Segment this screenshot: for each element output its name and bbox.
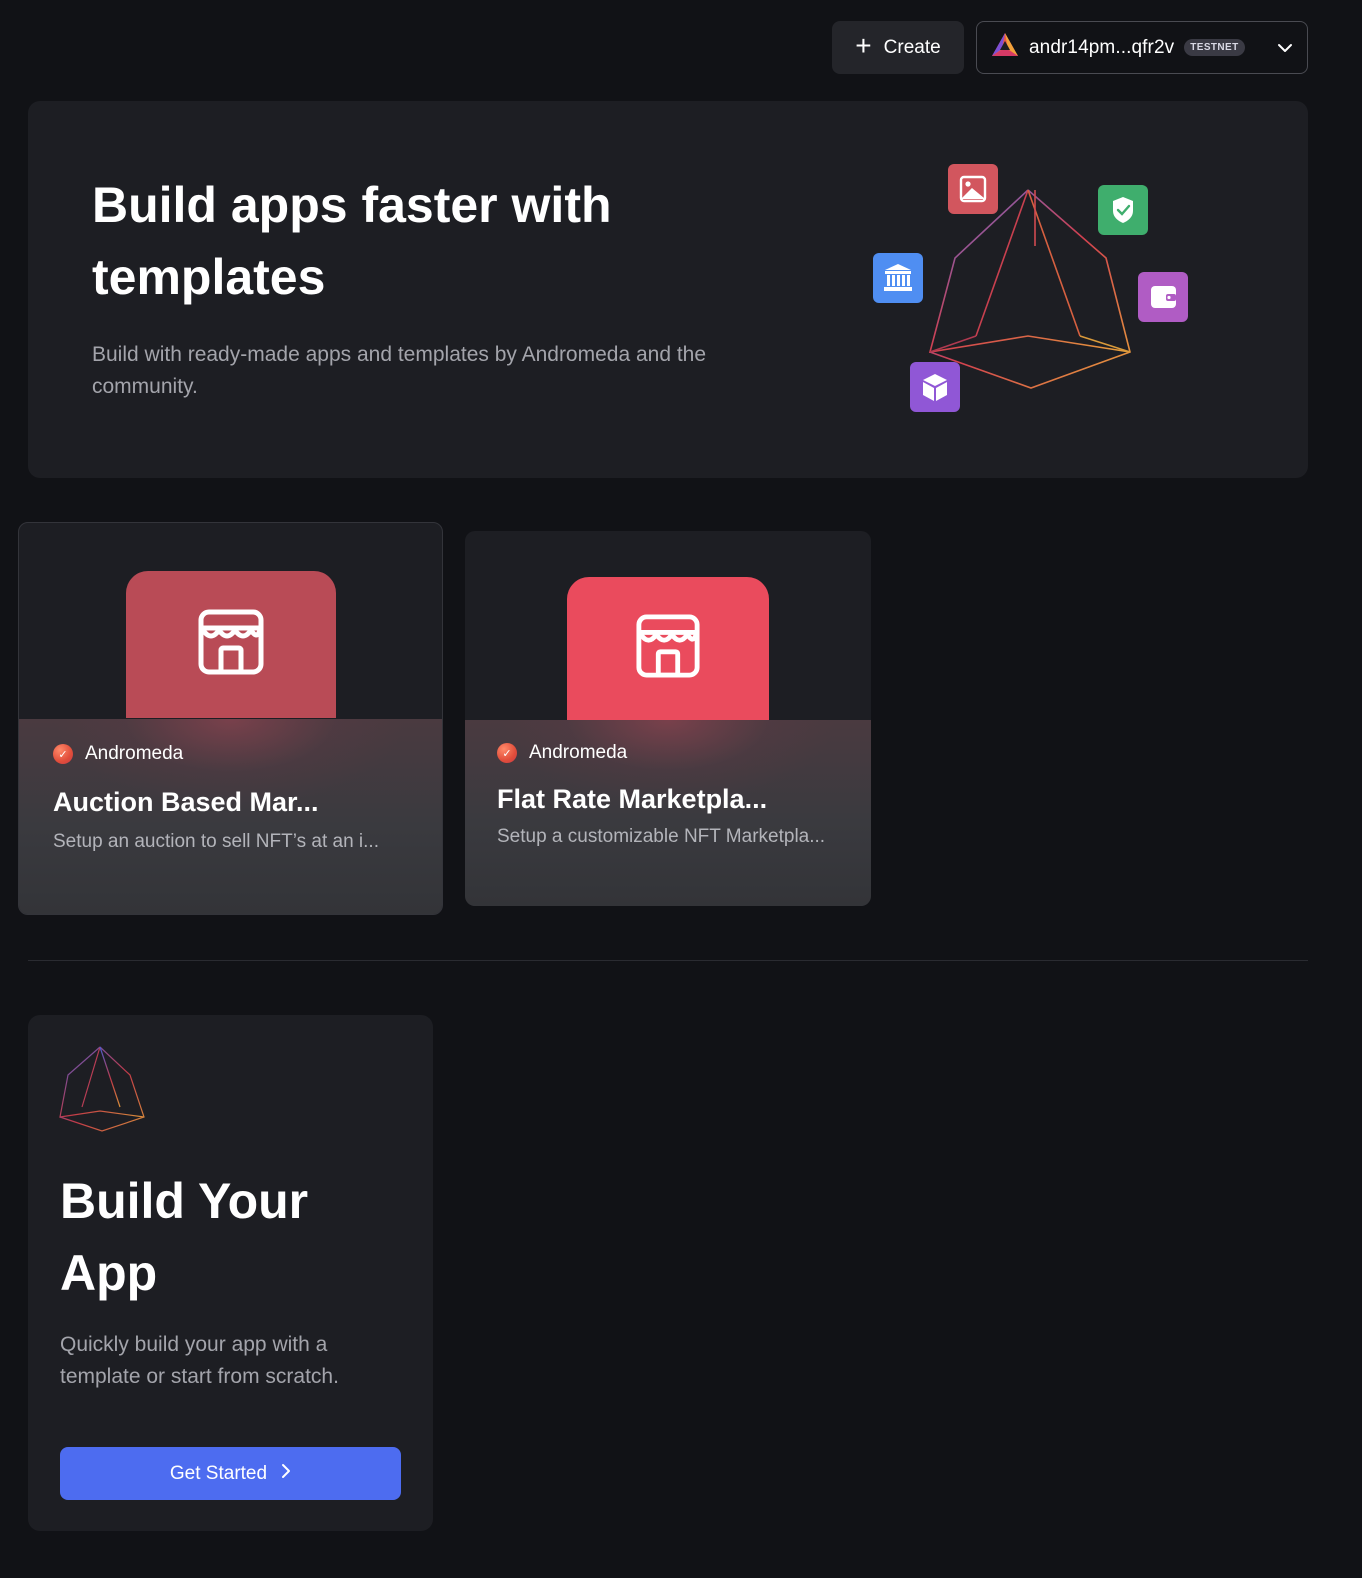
chevron-right-icon bbox=[281, 1463, 291, 1485]
template-description: Setup an auction to sell NFT’s at an i..… bbox=[53, 831, 379, 852]
network-badge: TESTNET bbox=[1184, 39, 1245, 56]
template-card-body: ✓ Andromeda Auction Based Mar... Setup a… bbox=[19, 719, 442, 914]
section-divider bbox=[28, 960, 1308, 961]
publisher: ✓ Andromeda bbox=[53, 743, 183, 765]
image-icon bbox=[948, 164, 998, 214]
hero-subtitle: Build with ready-made apps and templates… bbox=[92, 343, 707, 398]
storefront-icon bbox=[635, 613, 701, 684]
andromeda-logo-icon bbox=[991, 32, 1019, 64]
verified-icon: ✓ bbox=[53, 744, 73, 764]
verified-icon: ✓ bbox=[497, 743, 517, 763]
template-thumbnail bbox=[567, 577, 769, 720]
wallet-icon bbox=[1138, 272, 1188, 322]
build-description: Quickly build your app with a template o… bbox=[60, 1333, 339, 1388]
plus-icon: + bbox=[855, 30, 872, 61]
hero-illustration bbox=[848, 156, 1188, 426]
template-card-body: ✓ Andromeda Flat Rate Marketpla... Setup… bbox=[465, 720, 871, 906]
build-app-panel: Build Your App Quickly build your app wi… bbox=[28, 1015, 433, 1531]
template-card[interactable]: ✓ Andromeda Flat Rate Marketpla... Setup… bbox=[465, 531, 871, 906]
template-thumbnail bbox=[126, 571, 336, 718]
publisher-name: Andromeda bbox=[529, 742, 628, 763]
hero-banner: Build apps faster with templates Build w… bbox=[28, 101, 1308, 478]
hero-title: Build apps faster with templates bbox=[92, 177, 612, 305]
publisher: ✓ Andromeda bbox=[497, 742, 627, 764]
template-card[interactable]: ✓ Andromeda Auction Based Mar... Setup a… bbox=[18, 522, 443, 915]
bank-icon bbox=[873, 253, 923, 303]
template-description: Setup a customizable NFT Marketpla... bbox=[497, 826, 826, 847]
publisher-name: Andromeda bbox=[85, 743, 184, 764]
wallet-address: andr14pm...qfr2v bbox=[1029, 36, 1175, 58]
storefront-icon bbox=[197, 608, 265, 681]
shield-icon bbox=[1098, 185, 1148, 235]
create-label: Create bbox=[883, 36, 941, 58]
create-button[interactable]: + Create bbox=[832, 21, 964, 74]
pyramid-logo-icon bbox=[58, 1045, 146, 1138]
get-started-button[interactable]: Get Started bbox=[60, 1447, 401, 1500]
template-title: Auction Based Mar... bbox=[53, 787, 319, 817]
cube-icon bbox=[910, 362, 960, 412]
template-title: Flat Rate Marketpla... bbox=[497, 784, 768, 814]
chevron-down-icon bbox=[1277, 37, 1293, 59]
wallet-selector[interactable]: andr14pm...qfr2v TESTNET bbox=[976, 21, 1308, 74]
build-title: Build Your App bbox=[60, 1173, 309, 1301]
get-started-label: Get Started bbox=[169, 1462, 268, 1484]
